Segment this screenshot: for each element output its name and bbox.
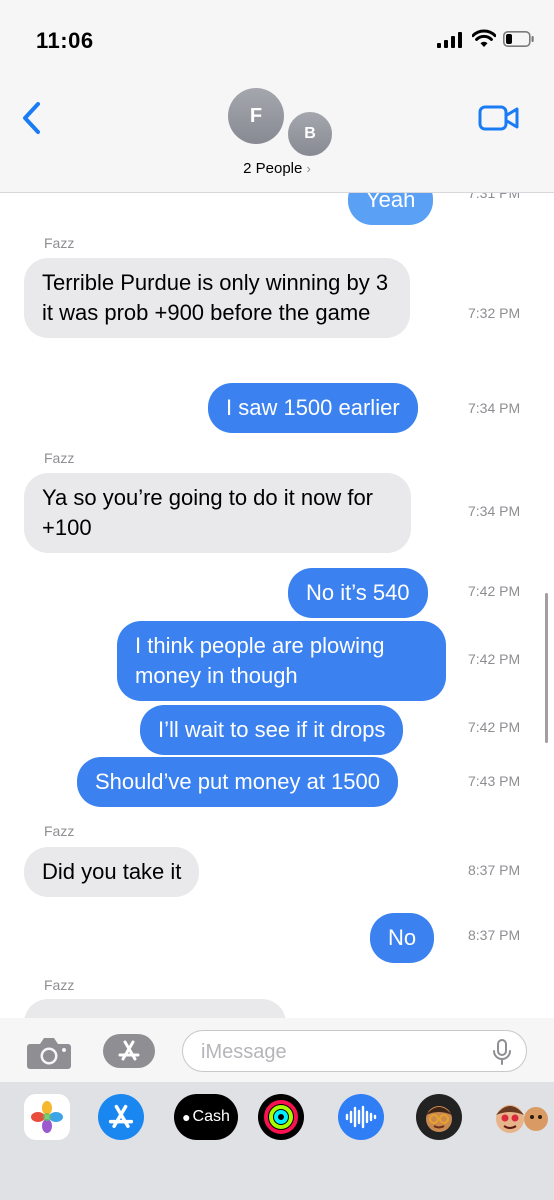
message-text: Terrible Purdue is only winning by 3 it …: [42, 270, 389, 325]
composer-bar: iMessage: [0, 1018, 554, 1082]
message-bubble-incoming[interactable]: Terrible Purdue is only winning by 3 it …: [24, 258, 410, 338]
message-text: Ya so you’re going to do it now for +100: [42, 485, 374, 540]
message-text: Yeah: [366, 193, 416, 212]
sender-name: Fazz: [44, 823, 75, 839]
message-text: Did you take it: [42, 859, 182, 884]
group-details-link[interactable]: 2 People ›: [0, 160, 554, 177]
memoji-icon[interactable]: [416, 1094, 462, 1140]
scrollbar[interactable]: [545, 593, 548, 743]
memoji-stickers-icon[interactable]: [492, 1094, 548, 1140]
app-store-icon: [118, 1040, 140, 1061]
app-drawer: ● Cash: [0, 1082, 554, 1152]
message-list[interactable]: Yeah 7:31 PM Fazz Terrible Purdue is onl…: [0, 193, 554, 1018]
message-text: No it’s 540: [306, 580, 410, 605]
message-text: I’ll wait to see if it drops: [158, 717, 386, 742]
sender-name: Fazz: [44, 235, 75, 251]
message-text: Should’ve put money at 1500: [95, 769, 380, 794]
facetime-video-icon[interactable]: [478, 104, 520, 132]
camera-icon[interactable]: [26, 1036, 72, 1070]
apple-cash-icon[interactable]: ● Cash: [174, 1094, 238, 1140]
back-chevron-icon[interactable]: [20, 100, 44, 136]
message-bubble-outgoing[interactable]: I saw 1500 earlier: [208, 383, 418, 433]
bottom-bar: [0, 1152, 554, 1200]
people-label: 2 People: [243, 160, 303, 177]
activity-icon[interactable]: [258, 1094, 304, 1140]
audio-message-icon[interactable]: [338, 1094, 384, 1140]
message-timestamp: 7:34 PM: [468, 400, 521, 416]
message-bubble-incoming[interactable]: Ya so you’re going to do it now for +100: [24, 473, 411, 553]
message-text: No: [388, 925, 417, 950]
status-bar: 11:06: [0, 0, 554, 80]
clock: 11:06: [36, 28, 94, 53]
conversation-header: F B 2 People ›: [0, 80, 554, 193]
photos-icon[interactable]: [24, 1094, 70, 1140]
battery-icon: [503, 31, 534, 47]
apps-button[interactable]: [103, 1034, 155, 1068]
message-timestamp: 7:42 PM: [468, 719, 521, 735]
message-input[interactable]: iMessage: [182, 1030, 527, 1072]
cash-label: Cash: [192, 1108, 230, 1125]
sender-name: Fazz: [44, 977, 75, 993]
wifi-icon: [472, 29, 496, 47]
app-store-icon[interactable]: [98, 1094, 144, 1140]
message-timestamp: 8:37 PM: [468, 862, 521, 878]
message-text: I saw 1500 earlier: [226, 395, 400, 420]
message-bubble-outgoing[interactable]: Should’ve put money at 1500: [77, 757, 398, 807]
message-timestamp: 7:32 PM: [468, 305, 521, 321]
message-bubble-outgoing[interactable]: Yeah: [348, 193, 434, 225]
message-timestamp: 7:42 PM: [468, 651, 521, 667]
message-timestamp: 7:42 PM: [468, 583, 521, 599]
message-bubble-incoming[interactable]: Did you take it: [24, 847, 200, 897]
avatar[interactable]: F: [228, 88, 284, 144]
message-input-placeholder: iMessage: [201, 1041, 287, 1063]
message-bubble-incoming[interactable]: [24, 999, 286, 1018]
message-timestamp: 7:31 PM: [468, 193, 521, 201]
message-bubble-outgoing[interactable]: No it’s 540: [288, 568, 428, 618]
chevron-right-icon: ›: [306, 161, 311, 176]
message-bubble-outgoing[interactable]: No: [370, 913, 435, 963]
message-bubble-outgoing[interactable]: I’ll wait to see if it drops: [140, 705, 404, 755]
microphone-icon[interactable]: [492, 1039, 512, 1065]
message-timestamp: 7:43 PM: [468, 773, 521, 789]
message-bubble-outgoing[interactable]: I think people are plowing money in thou…: [117, 621, 446, 701]
avatar[interactable]: B: [286, 110, 334, 158]
sender-name: Fazz: [44, 450, 75, 466]
signal-icon: [437, 32, 462, 48]
message-text: I think people are plowing money in thou…: [135, 633, 385, 688]
message-timestamp: 7:34 PM: [468, 503, 521, 519]
message-timestamp: 8:37 PM: [468, 927, 521, 943]
